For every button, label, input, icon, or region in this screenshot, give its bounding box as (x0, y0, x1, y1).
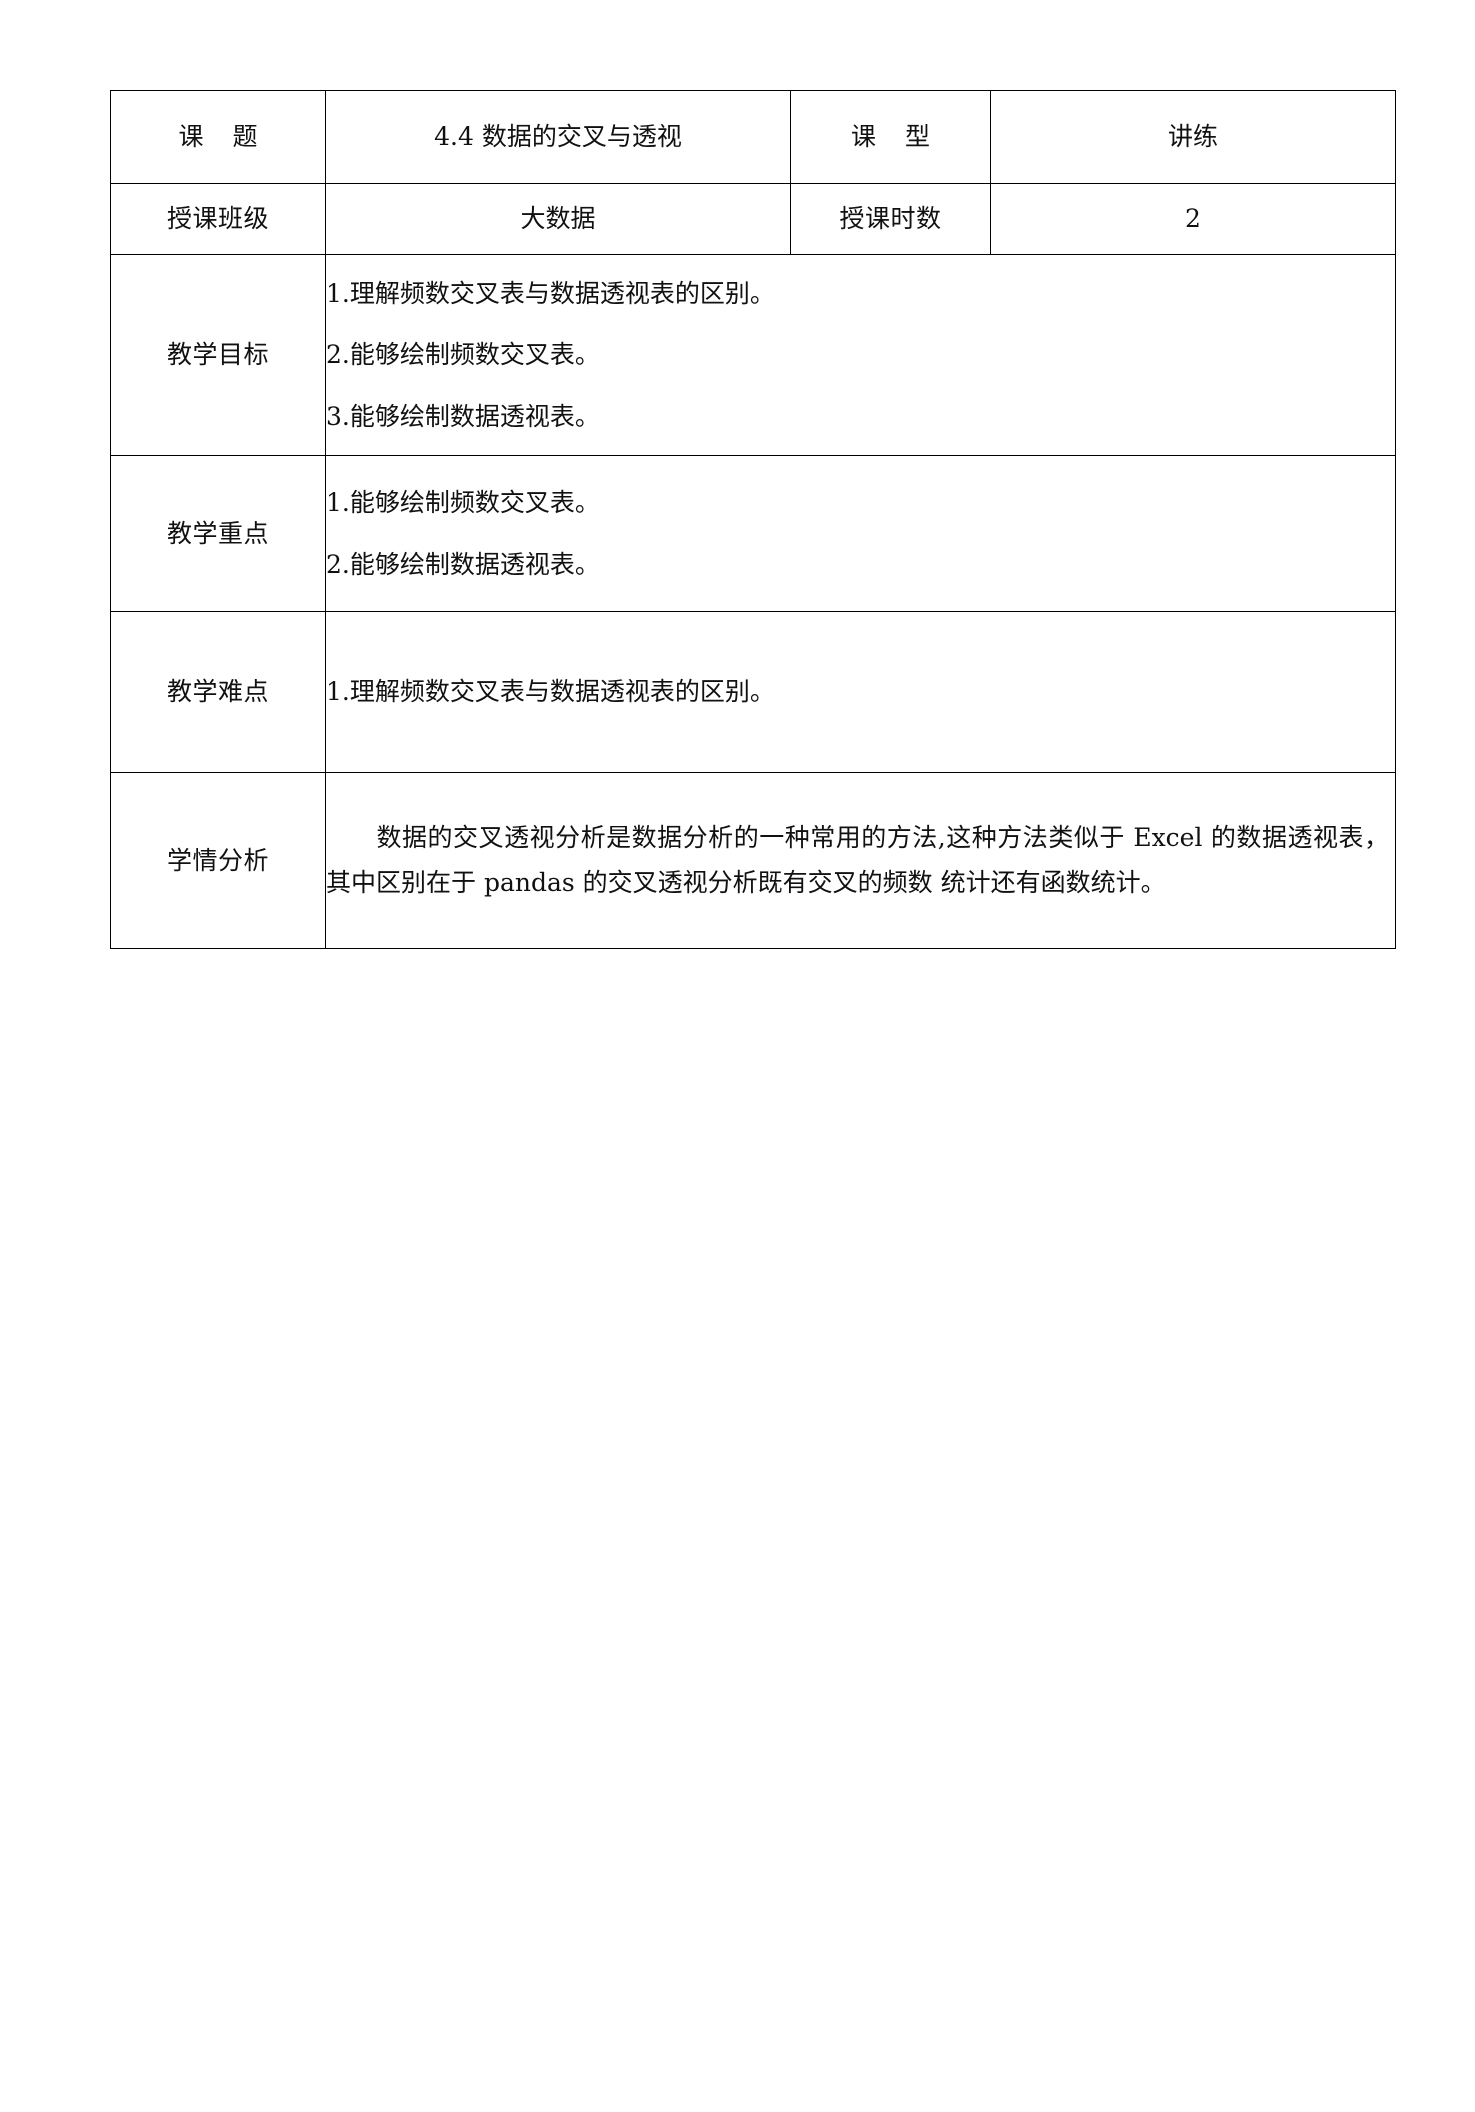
table-row-difficulties: 教学难点 1.理解频数交叉表与数据透视表的区别。 (110, 611, 1396, 773)
lesson-plan-table: 课 题 4.4 数据的交叉与透视 课 型 讲练 授课班级 大数据 授课时数 2 … (110, 90, 1396, 949)
key-points-label: 教学重点 (110, 455, 326, 612)
difficulties-label: 教学难点 (110, 611, 326, 773)
table-row-topic: 课 题 4.4 数据的交叉与透视 课 型 讲练 (110, 90, 1396, 184)
list-item: 1.能够绘制频数交叉表。 (326, 488, 600, 517)
analysis-label: 学情分析 (110, 772, 326, 949)
analysis-paragraph: 数据的交叉透视分析是数据分析的一种常用的方法,这种方法类似于 Excel 的数据… (326, 816, 1395, 905)
topic-value: 4.4 数据的交叉与透视 (325, 90, 791, 184)
list-item: 2.能够绘制数据透视表。 (326, 549, 600, 579)
hours-value: 2 (990, 183, 1396, 255)
analysis-content: 数据的交叉透视分析是数据分析的一种常用的方法,这种方法类似于 Excel 的数据… (325, 772, 1396, 949)
list-item: 1.理解频数交叉表与数据透视表的区别。 (326, 677, 775, 707)
list-item: 3.能够绘制数据透视表。 (326, 401, 600, 431)
key-points-content: 1.能够绘制频数交叉表。 2.能够绘制数据透视表。 (325, 455, 1396, 612)
table-row-objectives: 教学目标 1.理解频数交叉表与数据透视表的区别。 2.能够绘制频数交叉表。 3.… (110, 254, 1396, 456)
course-type-label: 课 型 (790, 90, 991, 184)
list-item: 1.理解频数交叉表与数据透视表的区别。 (326, 278, 775, 308)
analysis-text: 数据的交叉透视分析是数据分析的一种常用的方法,这种方法类似于 Excel 的数据… (326, 823, 1389, 897)
objectives-content: 1.理解频数交叉表与数据透视表的区别。 2.能够绘制频数交叉表。 3.能够绘制数… (325, 254, 1396, 456)
table-row-key-points: 教学重点 1.能够绘制频数交叉表。 2.能够绘制数据透视表。 (110, 455, 1396, 612)
topic-label: 课 题 (110, 90, 326, 184)
class-label: 授课班级 (110, 183, 326, 255)
difficulties-content: 1.理解频数交叉表与数据透视表的区别。 (325, 611, 1396, 773)
objectives-label: 教学目标 (110, 254, 326, 456)
document-page: 课 题 4.4 数据的交叉与透视 课 型 讲练 授课班级 大数据 授课时数 2 … (0, 0, 1475, 2112)
course-type-value: 讲练 (990, 90, 1396, 184)
class-value: 大数据 (325, 183, 791, 255)
table-row-analysis: 学情分析 数据的交叉透视分析是数据分析的一种常用的方法,这种方法类似于 Exce… (110, 772, 1396, 949)
list-item: 2.能够绘制频数交叉表。 (326, 340, 600, 370)
table-row-class: 授课班级 大数据 授课时数 2 (110, 183, 1396, 255)
hours-label: 授课时数 (790, 183, 991, 255)
